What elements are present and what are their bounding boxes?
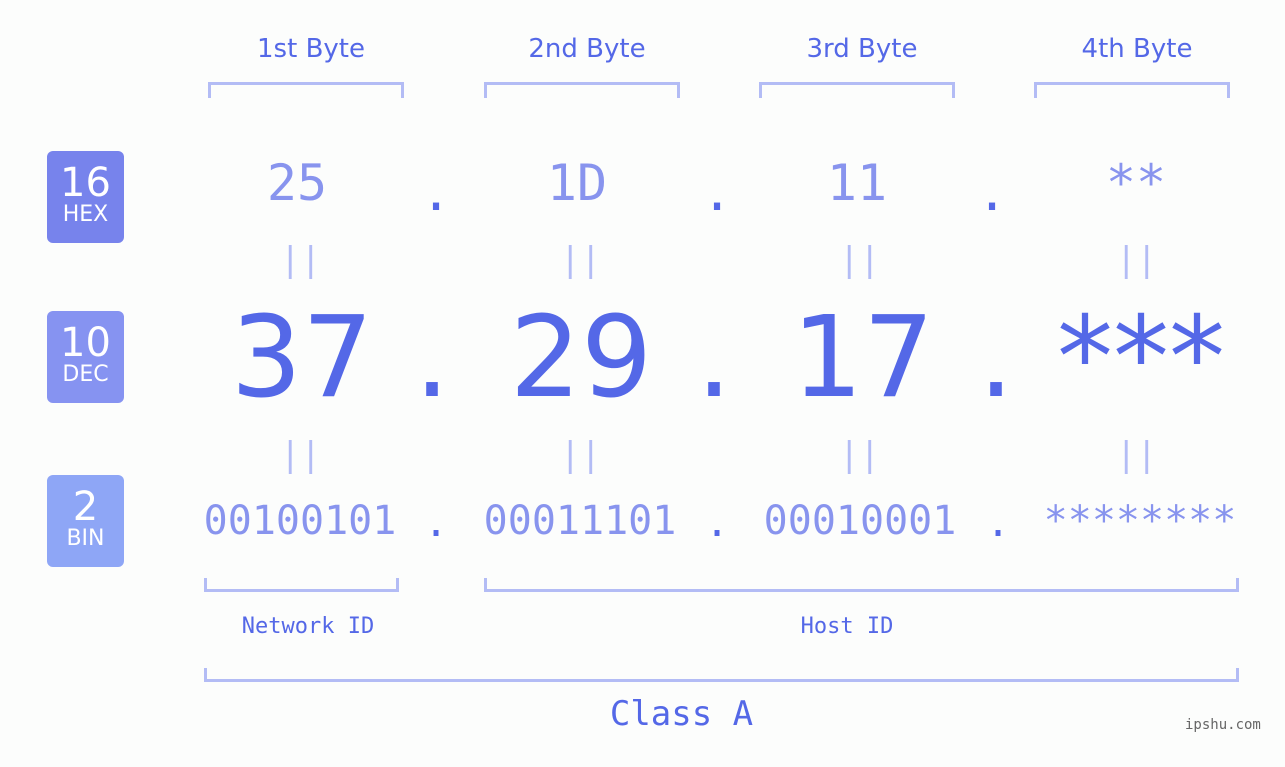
- dec-separator-1: .: [414, 293, 450, 423]
- dec-byte-3: 17: [791, 293, 935, 423]
- bin-badge-base: 2: [72, 484, 99, 530]
- host-id-bracket: [484, 578, 1239, 592]
- byte-bracket-1: [208, 82, 404, 98]
- watermark: ipshu.com: [1185, 717, 1261, 733]
- hex-byte-2: 1D: [546, 154, 608, 212]
- byte-bracket-4: [1034, 82, 1230, 98]
- hex-byte-3: 11: [826, 154, 888, 212]
- bin-separator-2: .: [704, 500, 730, 546]
- class-bracket: [204, 668, 1239, 682]
- hex-byte-4: **: [1105, 154, 1167, 212]
- dec-byte-1: 37: [230, 293, 374, 423]
- hex-separator-3: .: [976, 164, 1008, 222]
- equals-hex-dec-4: ||: [1116, 240, 1157, 280]
- equals-hex-dec-2: ||: [560, 240, 601, 280]
- hex-badge: 16 HEX: [47, 151, 124, 243]
- bin-byte-4: ********: [1043, 498, 1237, 544]
- byte-bracket-2: [484, 82, 680, 98]
- bin-badge-label: BIN: [66, 526, 105, 551]
- dec-byte-2: 29: [509, 293, 653, 423]
- byte-bracket-3: [759, 82, 955, 98]
- bin-byte-1: 00100101: [203, 498, 397, 544]
- equals-hex-dec-3: ||: [839, 240, 880, 280]
- equals-dec-bin-2: ||: [560, 435, 601, 475]
- hex-badge-label: HEX: [62, 202, 109, 227]
- bin-separator-1: .: [423, 500, 449, 546]
- byte-header-2: 2nd Byte: [528, 34, 646, 64]
- network-id-bracket: [204, 578, 399, 592]
- dec-separator-3: .: [978, 293, 1014, 423]
- hex-byte-1: 25: [266, 154, 328, 212]
- byte-header-4: 4th Byte: [1081, 34, 1193, 64]
- bin-byte-2: 00011101: [483, 498, 677, 544]
- dec-separator-2: .: [696, 293, 732, 423]
- byte-header-1: 1st Byte: [257, 34, 365, 64]
- equals-dec-bin-4: ||: [1116, 435, 1157, 475]
- hex-badge-base: 16: [60, 160, 111, 206]
- dec-badge-label: DEC: [62, 362, 109, 387]
- equals-dec-bin-3: ||: [839, 435, 880, 475]
- hex-separator-2: .: [701, 164, 733, 222]
- dec-badge: 10 DEC: [47, 311, 124, 403]
- hex-separator-1: .: [420, 164, 452, 222]
- class-label: Class A: [609, 694, 754, 734]
- dec-byte-4: ***: [1057, 293, 1225, 423]
- bin-separator-3: .: [985, 500, 1011, 546]
- bin-byte-3: 00010001: [763, 498, 957, 544]
- equals-hex-dec-1: ||: [280, 240, 321, 280]
- byte-header-3: 3rd Byte: [806, 34, 918, 64]
- network-id-label: Network ID: [241, 614, 375, 639]
- bin-badge: 2 BIN: [47, 475, 124, 567]
- dec-badge-base: 10: [60, 320, 111, 366]
- equals-dec-bin-1: ||: [280, 435, 321, 475]
- host-id-label: Host ID: [800, 614, 894, 639]
